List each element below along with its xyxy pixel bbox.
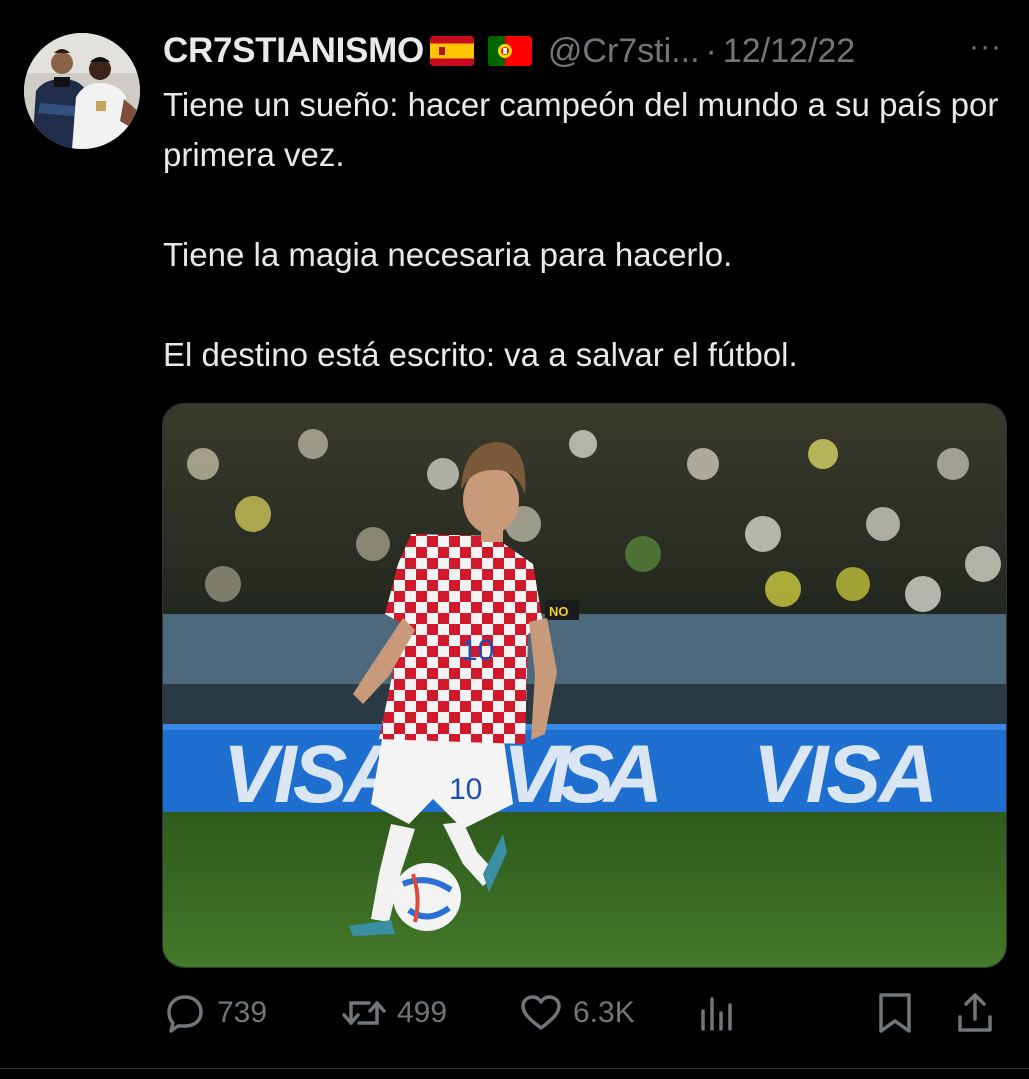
tweet-header: CR7STIANISMO @Cr7sti... · 12/12/22 ··· bbox=[163, 28, 1008, 74]
tweet[interactable]: CR7STIANISMO @Cr7sti... · 12/12/22 ··· T… bbox=[0, 0, 1029, 1079]
armband-text: NO bbox=[549, 604, 569, 619]
tweet-text-line-1: Tiene un sueño: hacer campeón del mundo … bbox=[163, 86, 999, 173]
share-button[interactable] bbox=[955, 988, 995, 1038]
display-name[interactable]: CR7STIANISMO bbox=[163, 31, 424, 71]
bookmark-icon bbox=[875, 991, 915, 1035]
shirt-number: 10 bbox=[461, 634, 494, 667]
ball bbox=[393, 863, 461, 931]
separator-dot: · bbox=[705, 31, 717, 70]
portugal-flag-icon bbox=[487, 36, 532, 66]
reply-icon bbox=[163, 993, 207, 1033]
tweet-photo[interactable]: VISA VISA VISA 10 10 NO bbox=[162, 403, 1007, 968]
spain-flag-icon bbox=[429, 36, 474, 66]
more-options-icon[interactable]: ··· bbox=[969, 30, 1002, 64]
retweet-button[interactable]: 499 bbox=[341, 988, 447, 1038]
bookmark-button[interactable] bbox=[875, 988, 915, 1038]
tweet-actions: 739 499 6.3K bbox=[163, 988, 1003, 1038]
views-button[interactable] bbox=[697, 988, 737, 1038]
board-text-3: VISA bbox=[753, 729, 938, 820]
tweet-date[interactable]: 12/12/22 bbox=[723, 32, 855, 71]
views-icon bbox=[697, 993, 737, 1033]
share-icon bbox=[955, 991, 995, 1035]
avatar[interactable] bbox=[24, 33, 140, 149]
shorts-number: 10 bbox=[449, 773, 482, 806]
user-handle[interactable]: @Cr7sti... bbox=[548, 32, 700, 71]
like-icon bbox=[519, 993, 563, 1033]
tweet-text-line-3: El destino está escrito: va a salvar el … bbox=[163, 336, 798, 373]
like-count: 6.3K bbox=[573, 996, 635, 1029]
retweet-icon bbox=[341, 993, 387, 1033]
reply-button[interactable]: 739 bbox=[163, 988, 267, 1038]
reply-count: 739 bbox=[217, 996, 268, 1029]
tweet-text-line-2: Tiene la magia necesaria para hacerlo. bbox=[163, 236, 733, 273]
retweet-count: 499 bbox=[397, 996, 448, 1029]
divider bbox=[0, 1068, 1029, 1069]
tweet-text: Tiene un sueño: hacer campeón del mundo … bbox=[163, 80, 1013, 380]
like-button[interactable]: 6.3K bbox=[519, 988, 635, 1038]
board-text-2: VISA bbox=[503, 729, 663, 820]
